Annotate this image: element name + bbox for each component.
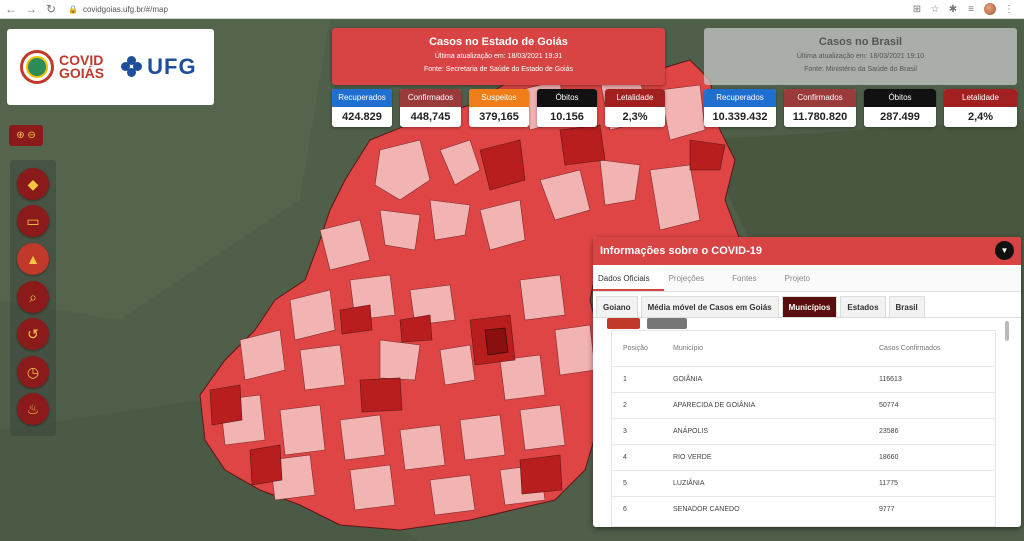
map-tool-panel: ◆ ▭ ▲ ⌕ ↺ ◷ ♨ xyxy=(10,160,56,436)
star-icon[interactable]: ☆ xyxy=(926,4,944,15)
lock-icon: 🔒 xyxy=(68,4,78,14)
brasil-source: Fonte: Ministério da Saúde do Brasil xyxy=(804,66,917,73)
goias-summary-header: Casos no Estado de Goiás Última atualiza… xyxy=(332,28,665,85)
subtab-media-movel[interactable]: Média móvel de Casos em Goiás xyxy=(640,296,779,317)
logo-panel: COVID GOIÁS UFG xyxy=(7,29,214,105)
back-icon[interactable]: ← xyxy=(2,0,20,18)
table-header-row: Posição Município Casos Confirmados xyxy=(612,331,995,366)
forward-icon[interactable]: → xyxy=(22,0,40,18)
reload-icon[interactable]: ↻ xyxy=(42,0,60,18)
goias-source: Fonte: Secretaria de Saúde do Estado de … xyxy=(423,66,574,73)
url-text: covidgoias.ufg.br/#/map xyxy=(82,4,168,14)
table-scrollbar[interactable] xyxy=(1005,321,1009,341)
menu-lines-icon[interactable]: ≡ xyxy=(962,4,980,15)
info-panel: Informações sobre o COVID-19 ▼ Dados Ofi… xyxy=(593,237,1021,527)
zoom-in-icon[interactable]: ⊕ xyxy=(16,130,24,141)
info-panel-header: Informações sobre o COVID-19 ▼ xyxy=(593,237,1021,265)
brasil-stat-obitos: Óbitos 287.499 xyxy=(864,89,936,127)
sub-tabs: Goiano Média móvel de Casos em Goiás Mun… xyxy=(593,292,1021,318)
ufg-logo[interactable]: UFG xyxy=(121,54,196,80)
brasil-updated: Última atualização em: 18/03/2021 19:10 xyxy=(796,53,925,60)
ufg-text: UFG xyxy=(147,54,197,79)
brasil-stat-confirmados: Confirmados 11.780.820 xyxy=(784,89,856,127)
covid-goias-logo[interactable]: COVID GOIÁS xyxy=(20,50,104,84)
browser-toolbar: ← → ↻ 🔒 covidgoias.ufg.br/#/map ⊞ ☆ ✱ ≡ … xyxy=(0,0,1024,19)
subtab-brasil[interactable]: Brasil xyxy=(888,296,925,317)
ufg-mark-icon xyxy=(121,56,143,78)
subtab-estados[interactable]: Estados xyxy=(840,296,886,317)
main-tabs: Dados Oficiais Projeções Fontes Projeto xyxy=(593,265,1021,292)
col-municipio[interactable]: Município xyxy=(662,331,868,366)
info-panel-title: Informações sobre o COVID-19 xyxy=(600,245,762,257)
brasil-summary-header: Casos no Brasil Última atualização em: 1… xyxy=(704,28,1017,85)
goias-stat-letalidade: Letalidade 2,3% xyxy=(605,89,665,127)
table-row[interactable]: 4 RIO VERDE 18660 xyxy=(612,443,995,470)
col-casos[interactable]: Casos Confirmados xyxy=(868,331,995,366)
chart-icon[interactable]: ▲ xyxy=(17,243,49,275)
subtab-municipios[interactable]: Municípios xyxy=(781,296,838,317)
covid-seal-icon xyxy=(20,50,54,84)
hospital-bed-icon[interactable]: ▭ xyxy=(17,205,49,237)
goias-stat-obitos: Óbitos 10.156 xyxy=(537,89,597,127)
goias-updated: Última atualização em: 18/03/2021 19:31 xyxy=(434,53,563,60)
tab-projecoes[interactable]: Projeções xyxy=(664,265,719,291)
covid-logo-line2: GOIÁS xyxy=(59,65,105,81)
table-row[interactable]: 3 ANÁPOLIS 23586 xyxy=(612,417,995,444)
layers-icon[interactable]: ◆ xyxy=(17,168,49,200)
extensions-icon[interactable]: ✱ xyxy=(944,4,962,15)
zoom-out-icon[interactable]: ⊖ xyxy=(27,130,35,141)
table-row[interactable]: 6 SENADOR CANEDO 9777 xyxy=(612,495,995,522)
brasil-stat-recuperados: Recuperados 10.339.432 xyxy=(704,89,776,127)
filter-button-b[interactable] xyxy=(647,318,687,329)
filter-button-a[interactable] xyxy=(607,318,640,329)
address-bar[interactable]: 🔒 covidgoias.ufg.br/#/map xyxy=(68,2,908,17)
table-row[interactable]: 5 LUZIÂNIA 11775 xyxy=(612,469,995,496)
goias-stat-recuperados: Recuperados 424.829 xyxy=(332,89,392,127)
goias-title: Casos no Estado de Goiás xyxy=(429,36,568,48)
table-row[interactable]: 1 GOIÂNIA 116613 xyxy=(612,365,995,392)
table-row[interactable]: 2 APARECIDA DE GOIÂNIA 50774 xyxy=(612,391,995,418)
tab-fontes[interactable]: Fontes xyxy=(718,265,770,291)
goias-stat-suspeitos: Suspeitos 379,165 xyxy=(469,89,529,127)
municipios-table: Posição Município Casos Confirmados 1 GOI… xyxy=(611,330,996,527)
goiania-region xyxy=(484,327,509,356)
search-alert-icon[interactable]: ⌕ xyxy=(17,281,49,313)
history-icon[interactable]: ↺ xyxy=(17,318,49,350)
goias-stat-confirmados: Confirmados 448,745 xyxy=(400,89,461,127)
timeline-icon[interactable]: ◷ xyxy=(17,356,49,388)
collapse-chevron-icon[interactable]: ▼ xyxy=(995,241,1014,260)
brasil-stat-letalidade: Letalidade 2,4% xyxy=(944,89,1017,127)
subtab-goiano[interactable]: Goiano xyxy=(596,296,638,317)
brasil-title: Casos no Brasil xyxy=(818,36,903,48)
fire-icon[interactable]: ♨ xyxy=(17,393,49,425)
more-icon[interactable]: ⋮ xyxy=(1000,4,1018,15)
col-posicao[interactable]: Posição xyxy=(612,331,662,366)
tab-projeto[interactable]: Projeto xyxy=(771,265,824,291)
zoom-buttons[interactable]: ⊕ ⊖ xyxy=(9,125,43,146)
translate-icon[interactable]: ⊞ xyxy=(908,4,926,15)
tab-dados-oficiais[interactable]: Dados Oficiais xyxy=(593,265,664,291)
profile-avatar[interactable] xyxy=(984,3,996,15)
